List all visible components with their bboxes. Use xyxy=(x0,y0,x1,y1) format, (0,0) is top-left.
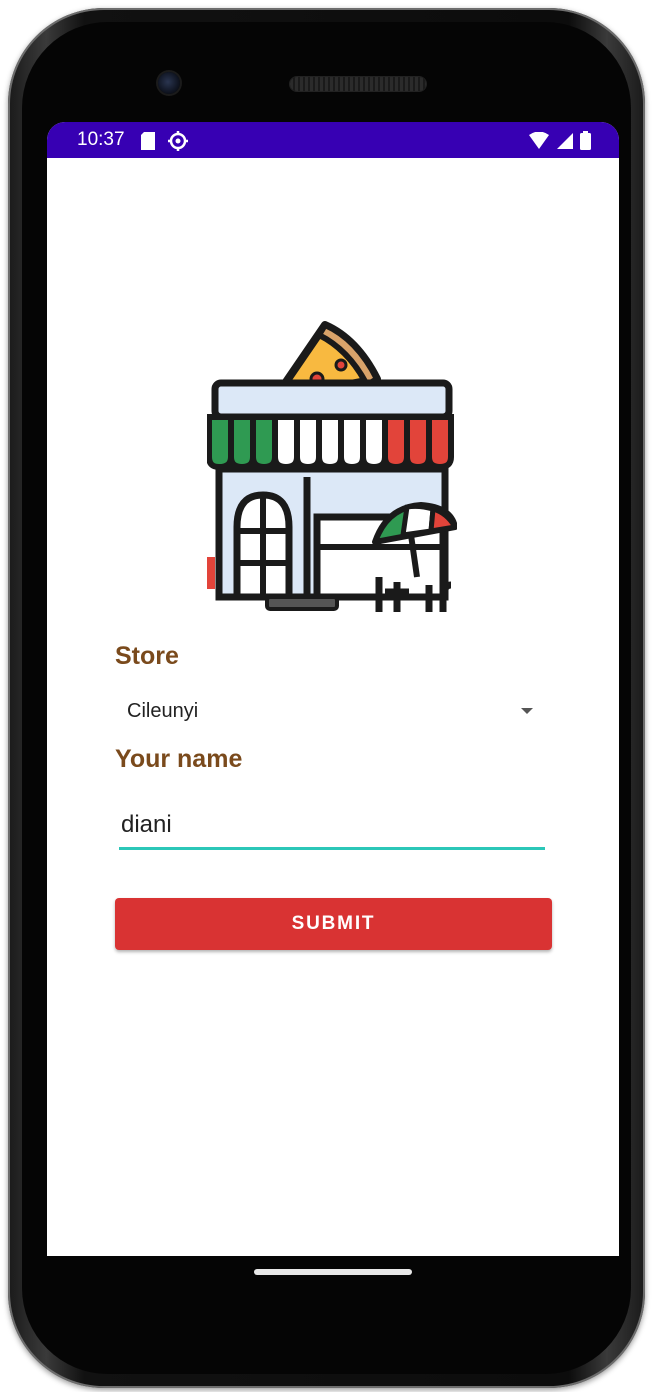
status-bar: 10:37 xyxy=(47,122,619,158)
dropdown-arrow-icon xyxy=(521,708,533,714)
your-name-label: Your name xyxy=(115,745,243,773)
status-indicators xyxy=(528,131,591,150)
wifi-icon xyxy=(529,131,549,149)
app-screen: 10:37 Store Cileunyi Your name diani SUB… xyxy=(47,122,619,1256)
status-time: 10:37 xyxy=(77,129,125,150)
front-camera-icon xyxy=(158,72,180,94)
name-input[interactable] xyxy=(119,806,545,850)
pizza-store-icon xyxy=(207,321,457,612)
battery-icon xyxy=(580,131,591,150)
earpiece-speaker-icon xyxy=(290,77,426,91)
home-indicator[interactable] xyxy=(254,1269,412,1275)
store-label: Store xyxy=(115,642,179,670)
sd-card-icon xyxy=(141,132,155,150)
store-dropdown[interactable]: Cileunyi xyxy=(115,690,535,734)
store-selected-value: Cileunyi xyxy=(127,700,199,722)
signal-icon xyxy=(557,132,573,149)
settings-icon xyxy=(168,131,188,151)
submit-button[interactable]: SUBMIT xyxy=(115,898,552,950)
